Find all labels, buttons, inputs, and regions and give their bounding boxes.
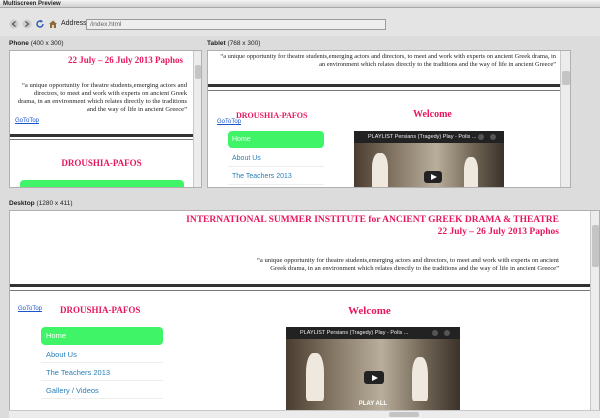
tablet-video-figure xyxy=(464,157,478,187)
tablet-welcome: Welcome xyxy=(413,109,452,120)
tablet-vertical-scrollbar[interactable] xyxy=(560,51,570,187)
tablet-divider-thin xyxy=(208,90,560,91)
phone-gototop-link[interactable]: GoToTop xyxy=(15,118,39,124)
desktop-video-figure xyxy=(306,353,324,401)
desktop-play-all[interactable]: PLAY ALL xyxy=(286,401,460,407)
desktop-gototop-link[interactable]: GoToTop xyxy=(18,306,42,312)
desktop-institute-title: INTERNATIONAL SUMMER INSTITUTE for ANCIE… xyxy=(186,215,559,225)
desktop-dates: 22 July – 26 July 2013 Paphos xyxy=(437,227,559,237)
multiscreen-preview-window: Multiscreen Preview Address: /index.html… xyxy=(0,0,600,418)
tablet-brand: DROUSHIA-PAFOS xyxy=(236,111,308,120)
tablet-name: Tablet xyxy=(207,40,226,47)
tablet-gototop-link[interactable]: GoToTop xyxy=(217,119,241,125)
address-input[interactable]: /index.html xyxy=(86,19,386,30)
tablet-menu-home[interactable]: Home xyxy=(228,131,324,148)
desktop-vertical-scrollbar[interactable] xyxy=(590,211,599,417)
phone-vertical-scrollbar[interactable] xyxy=(193,51,201,187)
tablet-video-player[interactable]: PLAYLIST Persians (Tragedy) Play - Polis… xyxy=(354,131,504,187)
window-title: Multiscreen Preview xyxy=(3,1,61,7)
desktop-hscroll-thumb[interactable] xyxy=(389,412,419,417)
phone-pane-label: Phone (400 x 300) xyxy=(9,40,64,47)
tablet-video-figure xyxy=(372,153,388,187)
desktop-brand: DROUSHIA-PAFOS xyxy=(60,305,141,315)
desktop-menu-teachers[interactable]: The Teachers 2013 xyxy=(41,364,163,381)
share-icon[interactable] xyxy=(478,134,484,140)
tablet-divider xyxy=(208,84,560,87)
share-icon[interactable] xyxy=(432,330,438,336)
desktop-video-figure xyxy=(412,357,428,401)
desktop-menu-about[interactable]: About Us xyxy=(41,346,163,363)
desktop-viewport: INTERNATIONAL SUMMER INSTITUTE for ANCIE… xyxy=(9,210,600,418)
forward-arrow-icon[interactable] xyxy=(22,19,32,29)
tablet-quote: “a unique opportunity for theatre studen… xyxy=(220,53,556,68)
desktop-menu-gallery[interactable]: Gallery / Videos xyxy=(41,382,163,399)
desktop-horizontal-scrollbar[interactable] xyxy=(9,410,600,418)
desktop-play-icon[interactable] xyxy=(364,371,384,384)
phone-name: Phone xyxy=(9,40,29,47)
phone-quote: “a unique opportunity for theatre studen… xyxy=(17,82,187,113)
desktop-video-player[interactable]: PLAYLIST Persians (Tragedy) Play - Polis… xyxy=(286,327,460,417)
phone-divider-thin xyxy=(10,139,193,140)
desktop-name: Desktop xyxy=(9,200,35,207)
phone-viewport: 22 July – 26 July 2013 Paphos “a unique … xyxy=(9,50,202,188)
desktop-quote: “a unique opportunity for theatre studen… xyxy=(256,257,559,272)
phone-dims: (400 x 300) xyxy=(30,40,64,47)
desktop-divider xyxy=(10,284,590,287)
address-label: Address: xyxy=(61,20,89,27)
desktop-pane-label: Desktop (1280 x 411) xyxy=(9,200,72,207)
tablet-menu-about[interactable]: About Us xyxy=(228,151,324,167)
tablet-menu-teachers[interactable]: The Teachers 2013 xyxy=(228,169,324,185)
phone-menu-home[interactable] xyxy=(20,180,184,187)
home-icon[interactable] xyxy=(48,19,58,29)
phone-brand: DROUSHIA-PAFOS xyxy=(61,158,142,168)
info-icon[interactable] xyxy=(490,134,496,140)
tablet-play-icon[interactable] xyxy=(424,171,442,183)
phone-dates: 22 July – 26 July 2013 Paphos xyxy=(67,55,183,65)
tablet-pane-label: Tablet (768 x 300) xyxy=(207,40,260,47)
tablet-viewport: “a unique opportunity for theatre studen… xyxy=(207,50,571,188)
tablet-scroll-thumb[interactable] xyxy=(562,71,570,85)
desktop-divider-thin xyxy=(10,290,590,291)
back-arrow-icon[interactable] xyxy=(9,19,19,29)
desktop-scroll-thumb[interactable] xyxy=(592,225,599,267)
phone-divider xyxy=(10,134,193,137)
toolbar: Address: /index.html xyxy=(0,8,600,36)
desktop-menu-home[interactable]: Home xyxy=(41,327,163,345)
tablet-dims: (768 x 300) xyxy=(227,40,261,47)
info-icon[interactable] xyxy=(444,330,450,336)
desktop-welcome: Welcome xyxy=(348,305,391,317)
desktop-dims: (1280 x 411) xyxy=(36,200,73,207)
refresh-icon[interactable] xyxy=(35,19,45,29)
phone-scroll-thumb[interactable] xyxy=(195,65,201,79)
title-bar: Multiscreen Preview xyxy=(0,0,600,8)
